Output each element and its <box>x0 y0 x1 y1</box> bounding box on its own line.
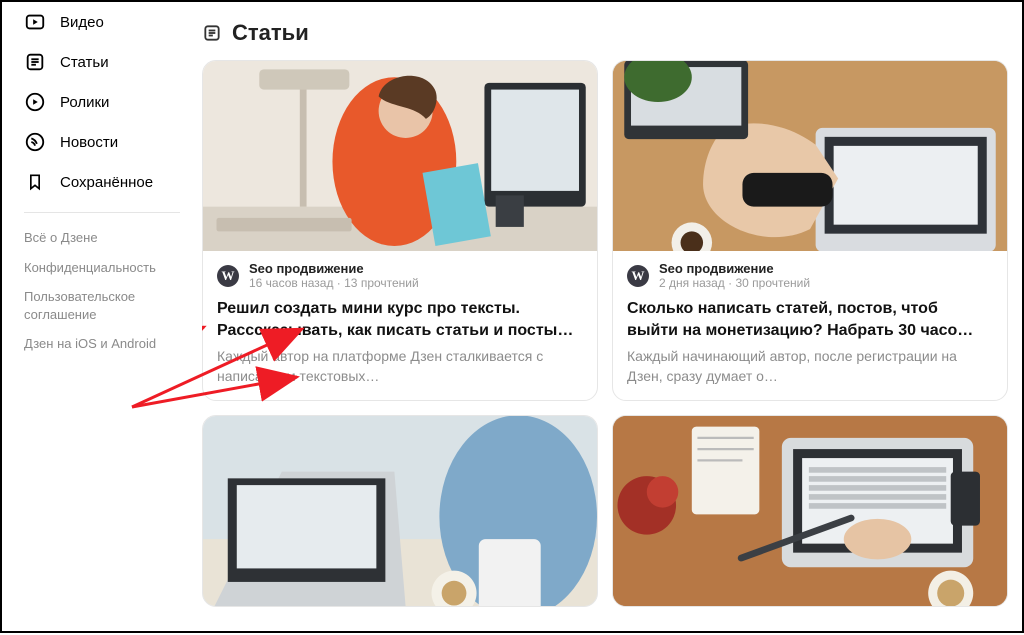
article-description: Каждый начинающий автор, после регистрац… <box>627 347 993 386</box>
reels-icon <box>24 91 46 113</box>
article-meta: W Seo продвижение 16 часов назад · 13 пр… <box>217 261 583 290</box>
channel-avatar: W <box>627 265 649 287</box>
divider <box>24 212 180 213</box>
footer-link-privacy[interactable]: Конфиденциальность <box>24 253 202 283</box>
channel-name[interactable]: Seo продвижение <box>659 261 810 276</box>
sidebar-item-video[interactable]: Видео <box>24 2 202 42</box>
sidebar-item-label: Новости <box>60 134 118 151</box>
article-description: Каждый автор на платформе Дзен сталкивае… <box>217 347 583 386</box>
channel-avatar: W <box>217 265 239 287</box>
article-timestamp: 2 дня назад · 30 прочтений <box>659 276 810 290</box>
main-content: Статьи <box>202 2 1022 631</box>
footer-links: Всё о Дзене Конфиденциальность Пользоват… <box>24 223 202 359</box>
sidebar-item-reels[interactable]: Ролики <box>24 82 202 122</box>
article-card[interactable] <box>202 415 598 607</box>
sidebar-item-saved[interactable]: Сохранённое <box>24 162 202 202</box>
sidebar-item-label: Сохранённое <box>60 174 153 191</box>
article-title[interactable]: Сколько написать статей, постов, чтоб вы… <box>627 298 993 341</box>
article-thumbnail <box>613 61 1007 251</box>
bookmark-icon <box>24 171 46 193</box>
sidebar-item-articles[interactable]: Статьи <box>24 42 202 82</box>
article-thumbnail <box>203 416 597 606</box>
article-timestamp: 16 часов назад · 13 прочтений <box>249 276 419 290</box>
article-meta: W Seo продвижение 2 дня назад · 30 прочт… <box>627 261 993 290</box>
article-icon <box>202 23 222 43</box>
footer-link-apps[interactable]: Дзен на iOS и Android <box>24 329 202 359</box>
article-card[interactable]: W Seo продвижение 2 дня назад · 30 прочт… <box>612 60 1008 401</box>
article-card[interactable]: W Seo продвижение 16 часов назад · 13 пр… <box>202 60 598 401</box>
article-title[interactable]: Решил создать мини курс про тексты. Расс… <box>217 298 583 341</box>
sidebar-item-news[interactable]: Новости <box>24 122 202 162</box>
section-header: Статьи <box>202 2 1014 60</box>
footer-link-about[interactable]: Всё о Дзене <box>24 223 202 253</box>
video-icon <box>24 11 46 33</box>
sidebar-item-label: Видео <box>60 14 104 31</box>
section-title: Статьи <box>232 20 309 46</box>
sidebar: Видео Статьи Ролики Новости <box>2 2 202 631</box>
footer-link-terms[interactable]: Пользовательское соглашение <box>24 282 202 329</box>
article-thumbnail <box>203 61 597 251</box>
channel-name[interactable]: Seo продвижение <box>249 261 419 276</box>
article-icon <box>24 51 46 73</box>
article-card[interactable] <box>612 415 1008 607</box>
sidebar-item-label: Ролики <box>60 94 109 111</box>
news-icon <box>24 131 46 153</box>
sidebar-item-label: Статьи <box>60 54 109 71</box>
article-thumbnail <box>613 416 1007 606</box>
article-grid: W Seo продвижение 16 часов назад · 13 пр… <box>202 60 1014 607</box>
